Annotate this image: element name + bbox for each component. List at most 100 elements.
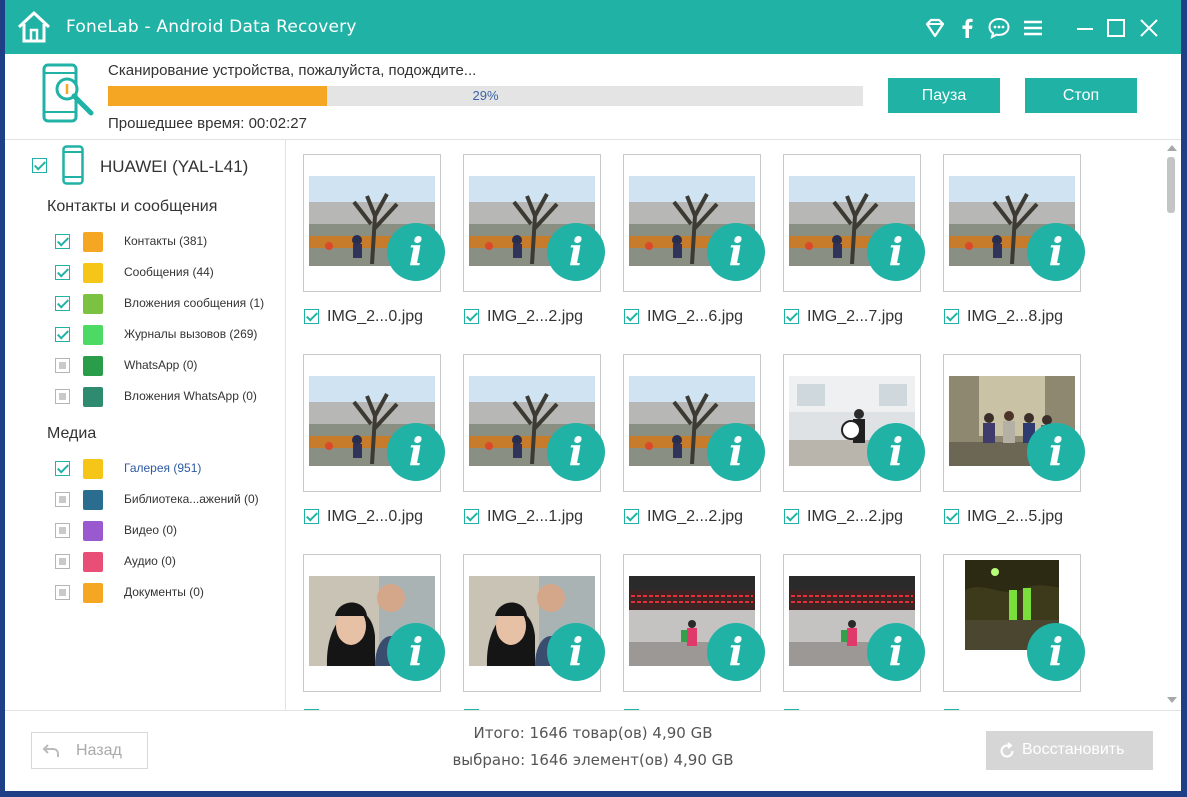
category-checkbox[interactable]: [55, 327, 70, 342]
photo-thumbnail[interactable]: i: [943, 154, 1085, 292]
photo-thumbnail[interactable]: i: [463, 154, 605, 292]
file-checkbox[interactable]: [464, 509, 479, 524]
file-checkbox[interactable]: [624, 509, 639, 524]
device-checkbox[interactable]: [32, 158, 47, 173]
home-icon[interactable]: [15, 8, 53, 46]
info-icon[interactable]: i: [387, 223, 445, 281]
sidebar-item[interactable]: Журналы вызовов (269): [55, 324, 283, 346]
scroll-thumb[interactable]: [1167, 157, 1175, 213]
info-icon[interactable]: i: [387, 623, 445, 681]
file-checkbox[interactable]: [944, 509, 959, 524]
category-checkbox[interactable]: [55, 265, 70, 280]
category-checkbox[interactable]: [55, 389, 70, 404]
photo-thumbnail[interactable]: i: [623, 154, 765, 292]
file-name: IMG_2...7.jpg: [807, 308, 904, 325]
photo-thumbnail[interactable]: i: [623, 554, 765, 692]
category-checkbox[interactable]: [55, 461, 70, 476]
photo-thumbnail[interactable]: i: [943, 354, 1085, 492]
info-icon[interactable]: i: [387, 423, 445, 481]
photo-thumbnail[interactable]: i: [463, 354, 605, 492]
sidebar-item[interactable]: WhatsApp (0): [55, 355, 283, 377]
sidebar-item[interactable]: Контакты (381): [55, 231, 283, 253]
scroll-up-arrow[interactable]: [1167, 145, 1177, 151]
pause-button[interactable]: Пауза: [888, 78, 1000, 113]
info-icon[interactable]: i: [707, 223, 765, 281]
scan-status-text: Сканирование устройства, пожалуйста, под…: [108, 62, 477, 79]
sidebar-item[interactable]: Вложения сообщения (1): [55, 293, 283, 315]
photo-thumbnail[interactable]: i: [783, 354, 925, 492]
sidebar-item[interactable]: Документы (0): [55, 582, 283, 604]
info-icon[interactable]: i: [547, 223, 605, 281]
stop-button[interactable]: Стоп: [1025, 78, 1137, 113]
photo-thumbnail[interactable]: i: [783, 154, 925, 292]
audio-icon: [83, 552, 103, 572]
info-icon[interactable]: i: [547, 423, 605, 481]
file-name: IMG_2...0.jpg: [327, 508, 424, 525]
sidebar-item-label: Галерея (951): [124, 461, 202, 475]
chat-icon[interactable]: [987, 16, 1011, 40]
section-title: Контакты и сообщения: [47, 198, 218, 215]
file-grid: i IMG_2...0.jpg i IMG_2...2.jpg i IMG_2...6…: [287, 140, 1163, 710]
photo-thumbnail[interactable]: i: [783, 554, 925, 692]
photo-thumbnail[interactable]: i: [943, 554, 1085, 692]
restore-button[interactable]: Восстановить: [986, 731, 1153, 770]
file-name: IMG_2...1.jpg: [487, 508, 584, 525]
category-checkbox[interactable]: [55, 492, 70, 507]
sidebar-item-label: Контакты (381): [124, 234, 208, 248]
menu-icon[interactable]: [1021, 16, 1045, 40]
app-window: FoneLab - Android Data Recovery Сканиров…: [5, 0, 1181, 791]
whatsapp-attachment-icon: [83, 387, 103, 407]
sidebar-item[interactable]: Аудио (0): [55, 551, 283, 573]
file-name: IMG_2...2.jpg: [807, 508, 904, 525]
minimize-icon[interactable]: [1073, 16, 1097, 40]
info-icon[interactable]: i: [707, 623, 765, 681]
sidebar-item[interactable]: Галерея (951): [55, 458, 283, 480]
wifi-diamond-icon[interactable]: [923, 16, 947, 40]
info-icon[interactable]: i: [867, 623, 925, 681]
info-icon[interactable]: i: [867, 223, 925, 281]
category-checkbox[interactable]: [55, 358, 70, 373]
section-title: Медиа: [47, 425, 97, 442]
category-checkbox[interactable]: [55, 296, 70, 311]
file-checkbox[interactable]: [304, 509, 319, 524]
file-checkbox[interactable]: [784, 509, 799, 524]
category-checkbox[interactable]: [55, 585, 70, 600]
info-icon[interactable]: i: [867, 423, 925, 481]
photo-thumbnail[interactable]: i: [303, 354, 445, 492]
maximize-icon[interactable]: [1104, 16, 1128, 40]
file-checkbox[interactable]: [784, 309, 799, 324]
close-icon[interactable]: [1137, 16, 1161, 40]
scroll-down-arrow[interactable]: [1167, 697, 1177, 703]
photo-thumbnail[interactable]: i: [303, 154, 445, 292]
sidebar-item[interactable]: Сообщения (44): [55, 262, 283, 284]
facebook-icon[interactable]: [955, 16, 979, 40]
photo-thumbnail[interactable]: i: [623, 354, 765, 492]
phone-scan-icon: [41, 63, 97, 125]
category-checkbox[interactable]: [55, 554, 70, 569]
file-checkbox[interactable]: [624, 309, 639, 324]
sidebar-item[interactable]: Видео (0): [55, 520, 283, 542]
file-name: IMG_2...6.jpg: [647, 308, 744, 325]
file-name: IMG_2...2.jpg: [647, 508, 744, 525]
category-checkbox[interactable]: [55, 234, 70, 249]
info-icon[interactable]: i: [1027, 623, 1085, 681]
photo-thumbnail[interactable]: i: [463, 554, 605, 692]
sidebar-item[interactable]: Вложения WhatsApp (0): [55, 386, 283, 408]
sidebar-item-label: WhatsApp (0): [124, 358, 198, 372]
sidebar-item-label: Журналы вызовов (269): [124, 327, 258, 341]
grid-scrollbar[interactable]: [1163, 140, 1181, 710]
progress-percent: 29%: [472, 88, 499, 103]
file-checkbox[interactable]: [944, 309, 959, 324]
file-checkbox[interactable]: [464, 309, 479, 324]
info-icon[interactable]: i: [547, 623, 605, 681]
category-checkbox[interactable]: [55, 523, 70, 538]
info-icon[interactable]: i: [1027, 423, 1085, 481]
file-checkbox[interactable]: [304, 309, 319, 324]
info-icon[interactable]: i: [707, 423, 765, 481]
restore-label: Восстановить: [1022, 741, 1125, 758]
sidebar-item[interactable]: Библиотека...ажений (0): [55, 489, 283, 511]
info-icon[interactable]: i: [1027, 223, 1085, 281]
file-name: IMG_2...5.jpg: [967, 508, 1064, 525]
photo-thumbnail[interactable]: i: [303, 554, 445, 692]
sidebar-item-label: Документы (0): [124, 585, 204, 599]
